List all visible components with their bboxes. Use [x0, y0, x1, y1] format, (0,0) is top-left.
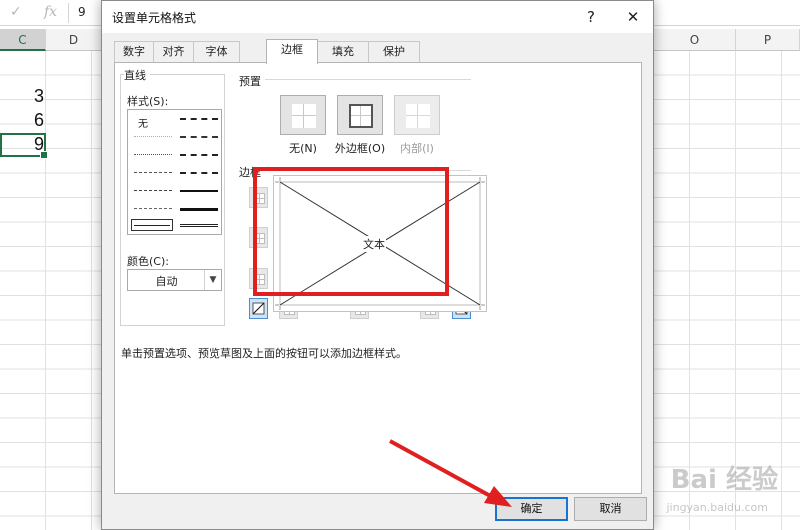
watermark-url: jingyan.baidu.com [666, 501, 768, 514]
baidu-logo-watermark: Bai 经验 [670, 465, 778, 495]
red-arrow-annotation [389, 439, 512, 507]
tab-border[interactable]: 边框 [266, 39, 318, 64]
